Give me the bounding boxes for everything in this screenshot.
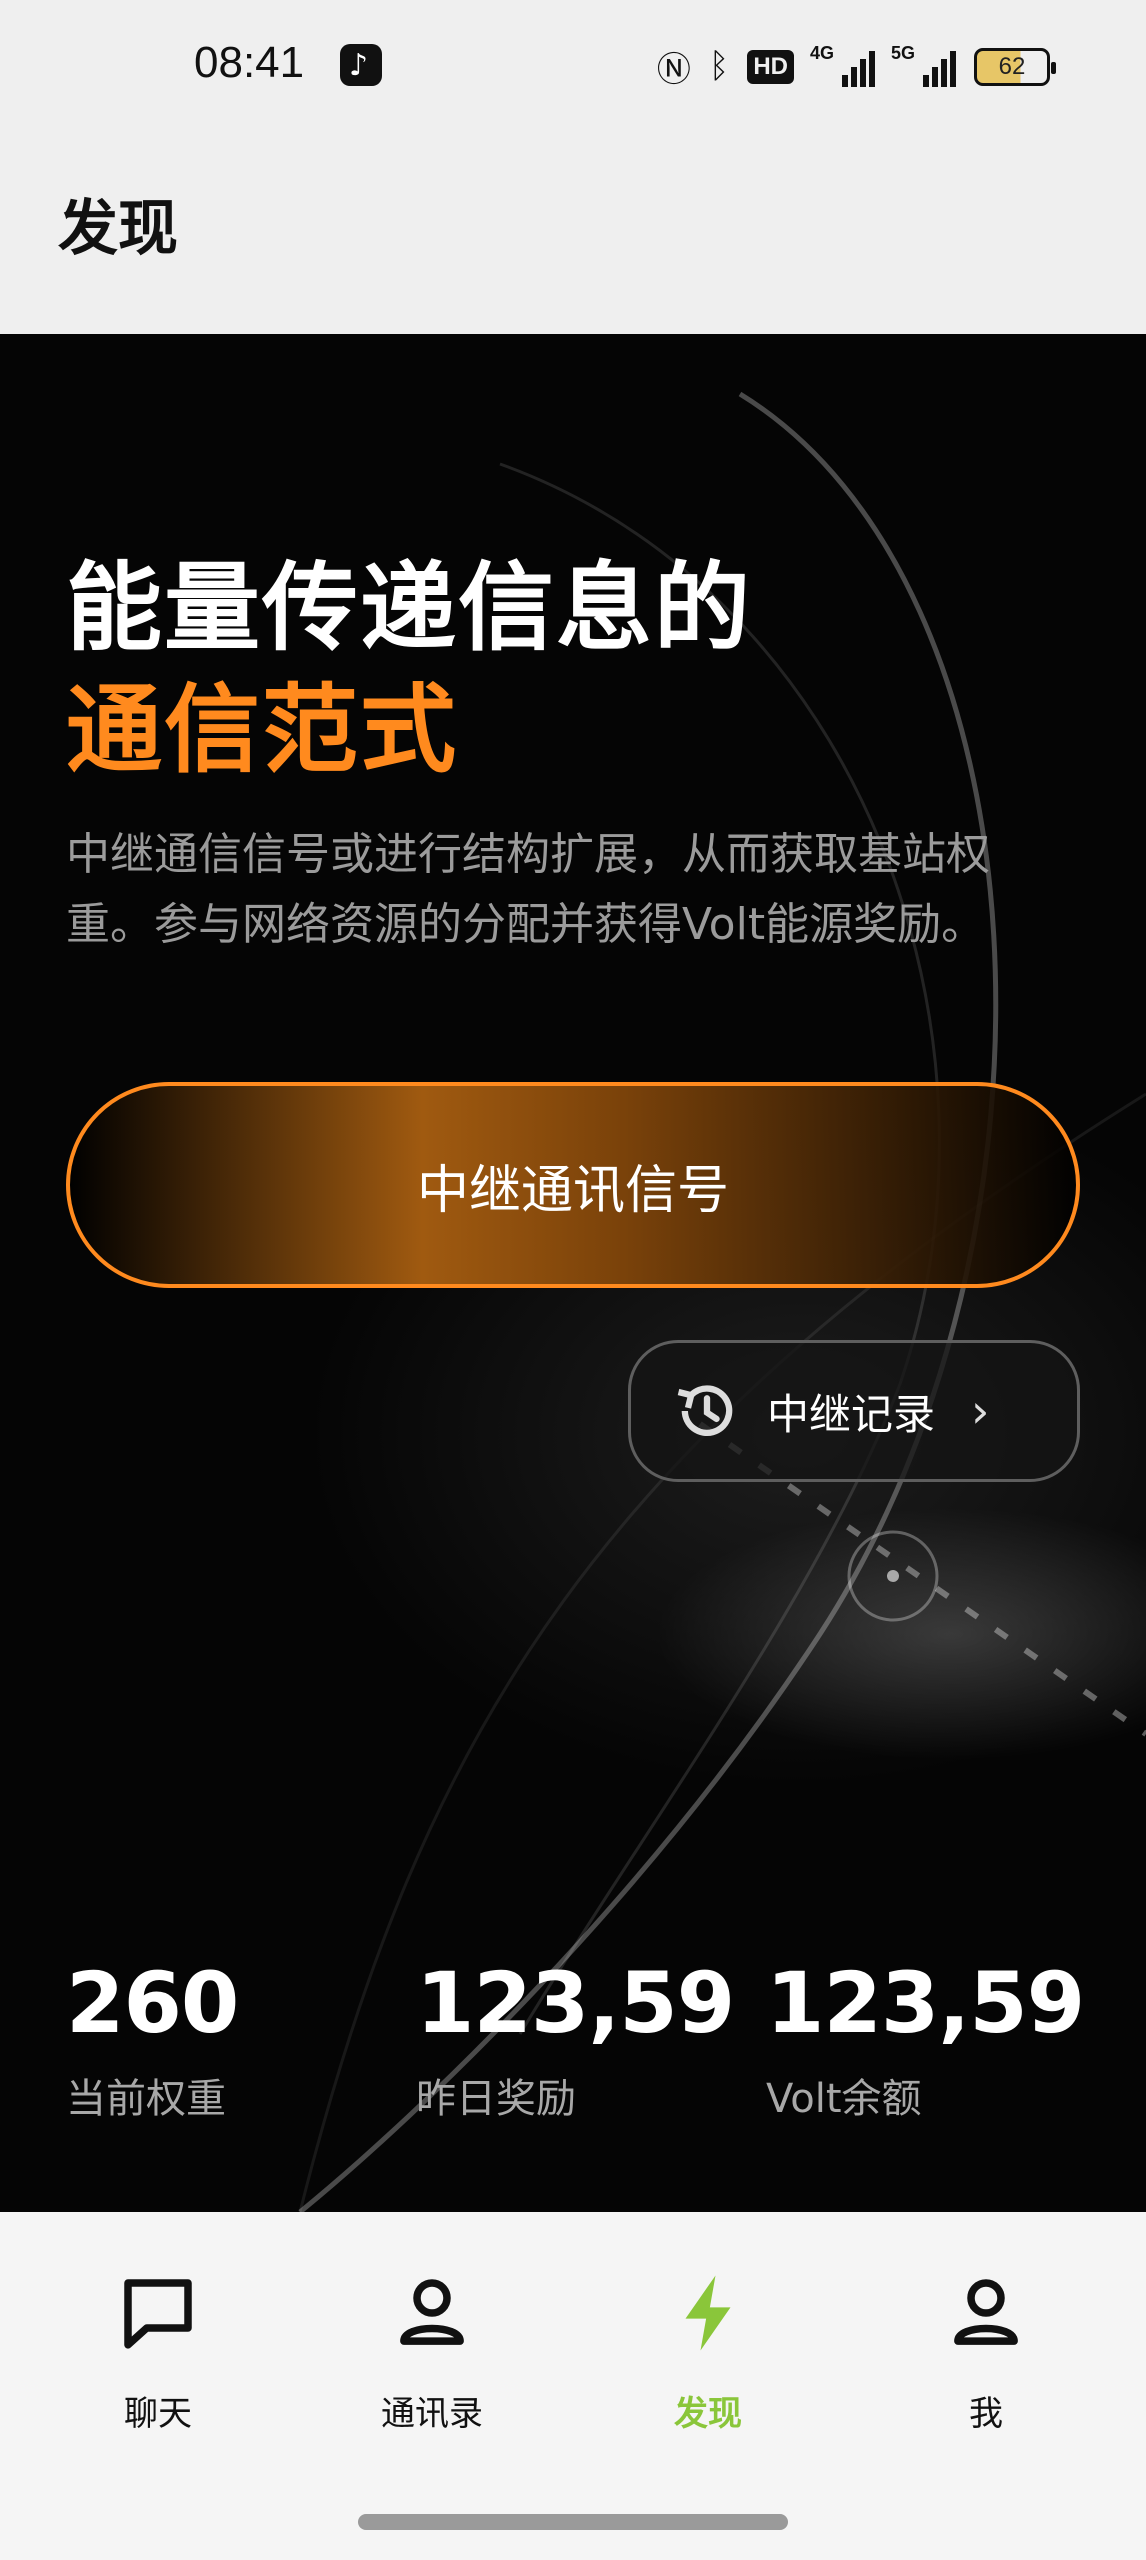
hero-description: 中继通信信号或进行结构扩展，从而获取基站权重。参与网络资源的分配并获得Volt能…: [66, 829, 990, 950]
stat-value: 260: [66, 1954, 239, 2052]
battery-level: 62: [998, 52, 1026, 80]
tiktok-notification-icon: ♪: [340, 44, 382, 86]
status-icons: Ⓝ ᛒ HD 4G 5G 62: [656, 42, 1056, 91]
signal-5g-icon: 5G: [891, 43, 956, 87]
battery-icon: 62: [974, 47, 1056, 86]
status-bar: 08:41 ♪ Ⓝ ᛒ HD 4G 5G 62: [0, 0, 1146, 130]
chevron-right-icon: ›: [971, 1384, 990, 1438]
bluetooth-icon: ᛒ: [708, 47, 730, 85]
home-indicator[interactable]: [358, 2514, 788, 2530]
contacts-icon: [400, 2279, 464, 2345]
nfc-icon: Ⓝ: [656, 51, 691, 89]
stat-label: 当前权重: [66, 2076, 226, 2122]
nav-label-contacts: 通讯录: [381, 2394, 483, 2434]
nav-item-me[interactable]: 我: [886, 2268, 1086, 2435]
relay-record-button[interactable]: 中继记录 ›: [628, 1340, 1080, 1482]
bottom-navigation: 聊天 通讯录 发现 我: [0, 2212, 1146, 2560]
nav-item-chat[interactable]: 聊天: [58, 2268, 258, 2435]
stat-value: 123,59: [766, 1954, 1085, 2052]
network-5g-label: 5G: [891, 42, 916, 63]
lightning-icon: [685, 2275, 731, 2351]
discover-hero: 能量传递信息的 通信范式 中继通信信号或进行结构扩展，从而获取基站权重。参与网络…: [0, 334, 1146, 2212]
page-title: 发现: [58, 194, 178, 264]
top-bar: 08:41 ♪ Ⓝ ᛒ HD 4G 5G 62 发现: [0, 0, 1146, 334]
stat-value: 123,59: [416, 1954, 735, 2052]
signal-4g-icon: 4G: [810, 43, 875, 87]
nav-label-chat: 聊天: [124, 2394, 192, 2434]
stat-label: Volt余额: [766, 2076, 922, 2122]
hd-voice-icon: HD: [747, 49, 794, 84]
network-4g-label: 4G: [810, 42, 835, 63]
history-icon: [677, 1385, 733, 1437]
chat-icon: [124, 2279, 192, 2349]
status-time: 08:41: [194, 38, 305, 87]
headline-line-2: 通信范式: [66, 674, 458, 786]
nav-label-discover: 发现: [674, 2394, 742, 2434]
relay-signal-button[interactable]: 中继通讯信号: [66, 1082, 1080, 1288]
headline-line-1: 能量传递信息的: [66, 552, 752, 664]
relay-signal-label: 中继通讯信号: [416, 1160, 729, 1221]
relay-record-label: 中继记录: [767, 1389, 936, 1439]
stat-current-weight: 260 当前权重: [66, 1954, 239, 2124]
nav-label-me: 我: [969, 2394, 1003, 2434]
stat-label: 昨日奖励: [416, 2076, 576, 2122]
stat-volt-balance: 123,59 Volt余额: [766, 1954, 1085, 2124]
stat-yesterday-reward: 123,59 昨日奖励: [416, 1954, 735, 2124]
nav-item-contacts[interactable]: 通讯录: [332, 2268, 532, 2435]
profile-icon: [954, 2279, 1018, 2345]
nav-item-discover[interactable]: 发现: [608, 2268, 808, 2435]
